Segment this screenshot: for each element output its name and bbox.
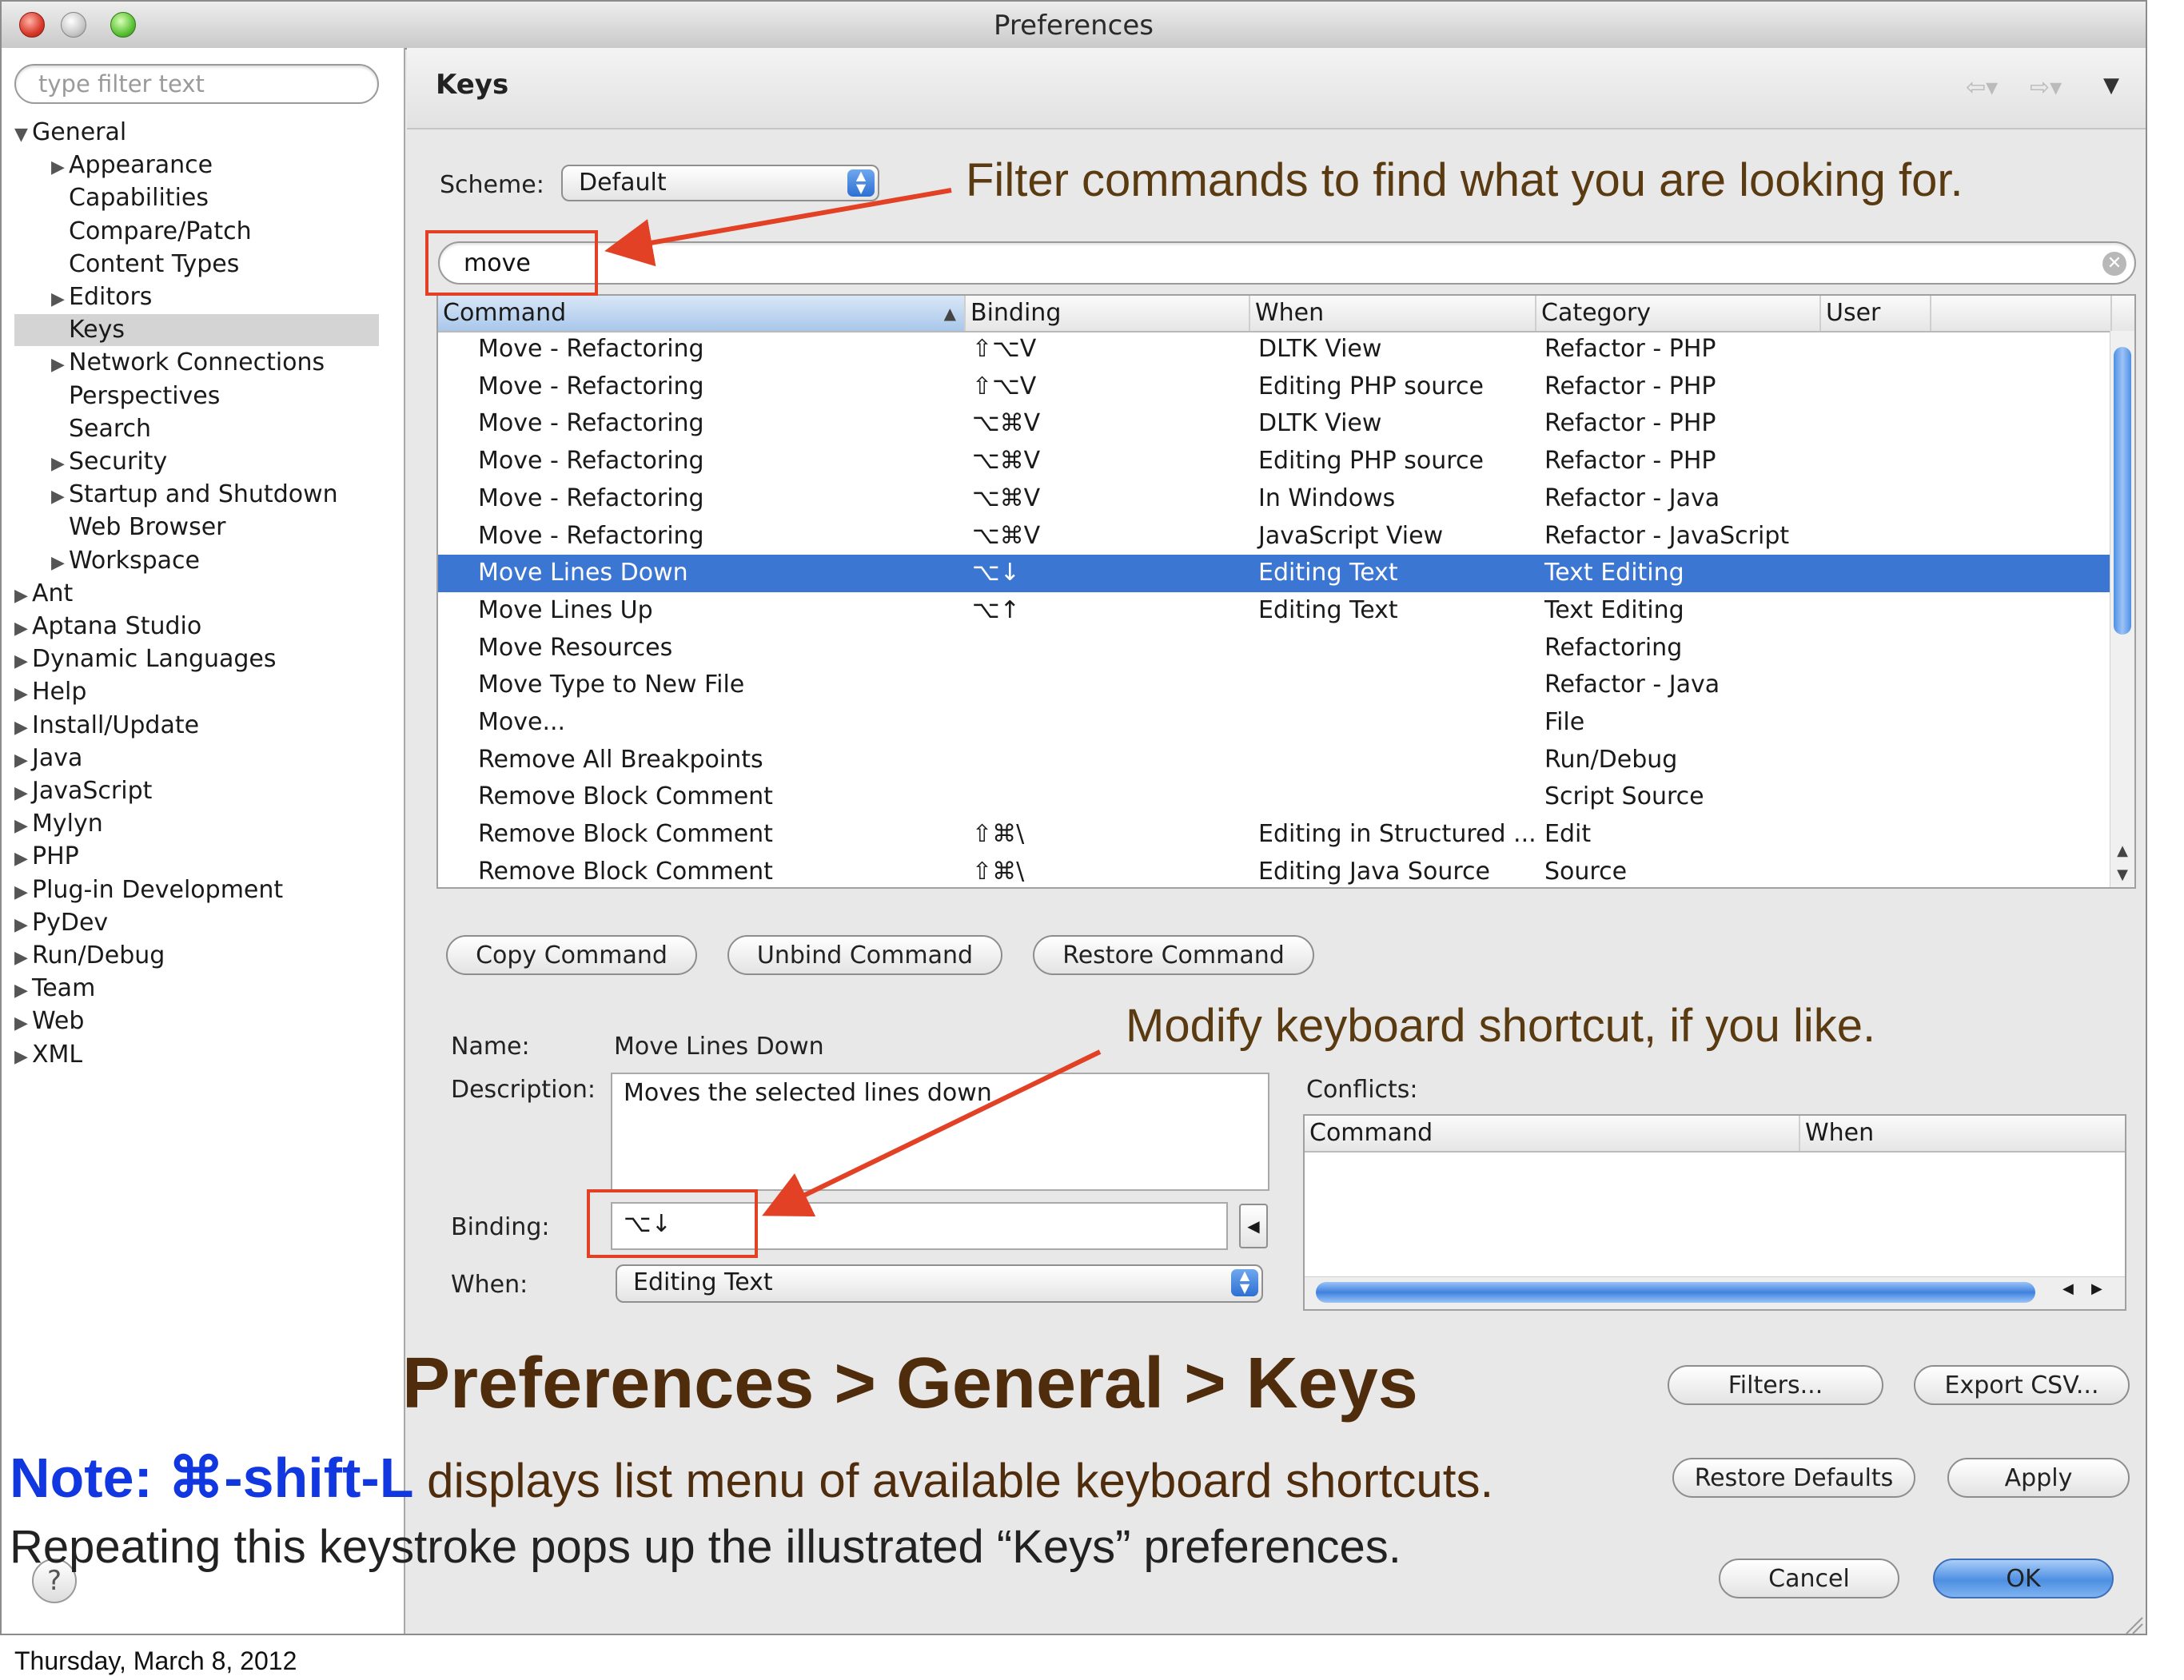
repeat-note: Repeating this keystroke pops up the ill… [10, 1521, 1401, 1573]
annotation-arrows [604, 188, 1102, 1217]
note-text: displays list menu of available keyboard… [413, 1454, 1494, 1507]
note-shortcut: Note: ⌘-shift-L [10, 1447, 414, 1509]
modify-callout: Modify keyboard shortcut, if you like. [1126, 1000, 1876, 1052]
note-line: Note: ⌘-shift-L displays list menu of av… [10, 1445, 1493, 1511]
filter-callout: Filter commands to find what you are loo… [966, 154, 1963, 206]
slide-heading: Preferences > General > Keys [402, 1344, 1418, 1423]
filter-arrow [604, 188, 952, 267]
slide-date: Thursday, March 8, 2012 [14, 1646, 297, 1675]
binding-arrow [762, 1049, 1102, 1217]
